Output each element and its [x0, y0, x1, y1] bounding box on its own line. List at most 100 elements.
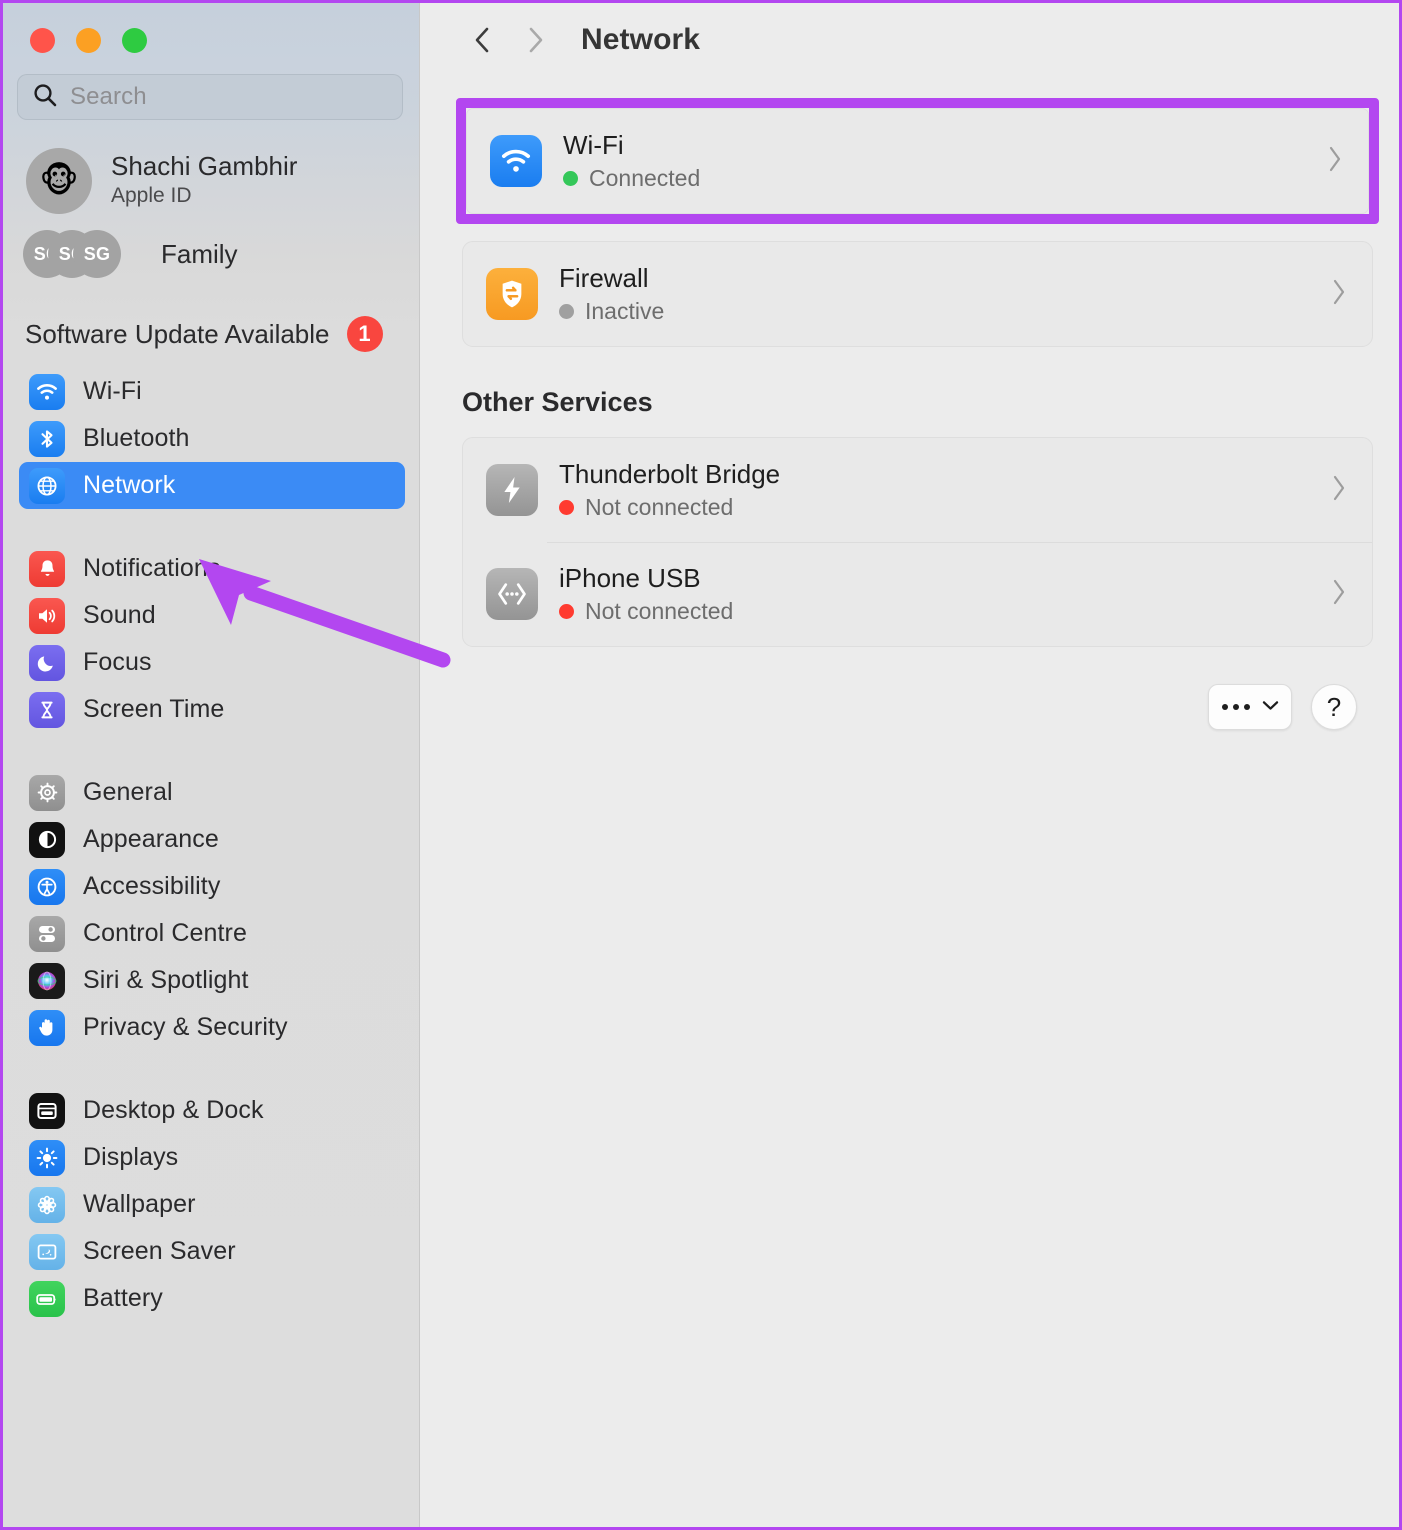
appearance-icon — [29, 821, 65, 858]
service-row-wifi[interactable]: Wi-Fi Connected — [467, 109, 1368, 213]
back-button[interactable] — [457, 14, 509, 66]
status-dot — [559, 500, 574, 516]
sidebar-item-focus[interactable]: Focus — [19, 639, 405, 686]
service-status: Inactive — [559, 298, 1309, 325]
sidebar-item-wifi[interactable]: Wi-Fi — [19, 368, 405, 415]
sidebar-item-label: Siri & Spotlight — [83, 966, 249, 994]
sidebar-item-desktop-dock[interactable]: Desktop & Dock — [19, 1087, 405, 1134]
ellipsis-icon — [1221, 704, 1250, 710]
thunderbolt-icon — [486, 464, 538, 516]
service-name: Thunderbolt Bridge — [559, 458, 781, 489]
sidebar-item-accessibility[interactable]: Accessibility — [19, 863, 405, 910]
sidebar-item-appearance[interactable]: Appearance — [19, 816, 405, 863]
search-icon — [32, 82, 58, 113]
window-controls — [3, 3, 419, 53]
sidebar-item-sound[interactable]: Sound — [19, 592, 405, 639]
family-row[interactable]: SG SG SG Family — [3, 214, 419, 278]
sidebar-item-screen-saver[interactable]: Screen Saver — [19, 1228, 405, 1275]
chevron-right-icon — [529, 27, 543, 53]
disclosure-chevron-icon[interactable] — [1330, 577, 1348, 612]
sidebar-item-network[interactable]: Network — [19, 462, 405, 509]
sidebar-item-battery[interactable]: Battery — [19, 1275, 405, 1322]
status-dot — [559, 304, 574, 320]
disclosure-chevron-icon[interactable] — [1330, 277, 1348, 312]
apple-id-row[interactable]: 🐵 Shachi Gambhir Apple ID — [3, 120, 419, 214]
sidebar-item-label: Appearance — [83, 825, 219, 853]
sidebar-item-label: Wi-Fi — [83, 377, 142, 405]
account-subtitle: Apple ID — [111, 184, 192, 208]
desktop-dock-icon — [29, 1092, 65, 1129]
sidebar-item-label: Privacy & Security — [83, 1013, 288, 1041]
sidebar-item-displays[interactable]: Displays — [19, 1134, 405, 1181]
disclosure-chevron-icon[interactable] — [1330, 473, 1348, 508]
sidebar-item-label: General — [83, 778, 173, 806]
family-label: Family — [161, 238, 238, 269]
sidebar-item-label: Network — [83, 471, 176, 499]
service-name: Wi-Fi — [563, 129, 624, 160]
iphone-usb-icon — [486, 568, 538, 620]
sidebar-item-label: Battery — [83, 1284, 163, 1312]
update-badge: 1 — [346, 316, 383, 352]
brightness-icon — [29, 1139, 65, 1176]
moon-icon — [29, 644, 65, 681]
chevron-left-icon — [475, 27, 489, 53]
service-row-iphone-usb[interactable]: iPhone USB Not connected — [463, 542, 1372, 646]
sidebar-item-control-centre[interactable]: Control Centre — [19, 910, 405, 957]
page-title: Network — [581, 23, 701, 56]
main-panel: Network Wi-Fi Connected Firewall Inactiv… — [420, 3, 1399, 1527]
gear-icon — [29, 774, 65, 811]
system-settings-window: Search 🐵 Shachi Gambhir Apple ID SG SG S… — [0, 0, 1402, 1530]
service-status-label: Not connected — [585, 598, 734, 625]
help-button[interactable]: ? — [1311, 684, 1357, 730]
service-status: Connected — [563, 165, 1305, 192]
close-button[interactable] — [30, 28, 55, 53]
service-status-label: Not connected — [585, 494, 734, 521]
service-row-thunderbolt-bridge[interactable]: Thunderbolt Bridge Not connected — [463, 438, 1372, 542]
sidebar-item-privacy-security[interactable]: Privacy & Security — [19, 1004, 405, 1051]
search-input[interactable]: Search — [17, 74, 403, 120]
forward-button[interactable] — [509, 14, 561, 66]
sidebar-item-notifications[interactable]: Notifications — [19, 545, 405, 592]
account-name: Shachi Gambhir — [111, 151, 298, 182]
service-status-label: Inactive — [585, 298, 665, 325]
footer-actions: ? — [420, 647, 1399, 730]
sidebar-item-wallpaper[interactable]: Wallpaper — [19, 1181, 405, 1228]
sidebar-item-label: Focus — [83, 648, 152, 676]
chevron-down-icon — [1262, 698, 1279, 716]
disclosure-chevron-icon[interactable] — [1326, 144, 1344, 179]
speaker-icon — [29, 597, 65, 634]
service-status: Not connected — [559, 494, 1309, 521]
status-dot — [563, 171, 578, 187]
sidebar-item-bluetooth[interactable]: Bluetooth — [19, 415, 405, 462]
sidebar: Search 🐵 Shachi Gambhir Apple ID SG SG S… — [3, 3, 420, 1527]
wifi-highlight-annotation: Wi-Fi Connected — [456, 98, 1379, 224]
zoom-button[interactable] — [122, 28, 147, 53]
sidebar-item-label: Sound — [83, 601, 156, 629]
sidebar-group-connectivity: Wi-Fi Bluetooth Network — [3, 352, 419, 509]
sidebar-item-screen-time[interactable]: Screen Time — [19, 686, 405, 733]
globe-icon — [29, 467, 65, 504]
accessibility-icon — [29, 868, 65, 905]
avatar: 🐵 — [26, 148, 92, 214]
service-status-label: Connected — [589, 165, 701, 192]
wifi-icon — [29, 373, 65, 410]
sidebar-group-general: General Appearance Accessibility Control… — [3, 733, 419, 1051]
status-dot — [559, 604, 574, 620]
sidebar-group-display: Desktop & Dock Displays Wallpaper Screen… — [3, 1051, 419, 1322]
more-options-button[interactable] — [1208, 684, 1292, 730]
sidebar-item-label: Displays — [83, 1143, 179, 1171]
firewall-icon — [486, 268, 538, 320]
hand-icon — [29, 1009, 65, 1046]
battery-icon — [29, 1280, 65, 1317]
siri-icon — [29, 962, 65, 999]
sidebar-item-siri-spotlight[interactable]: Siri & Spotlight — [19, 957, 405, 1004]
service-row-firewall[interactable]: Firewall Inactive — [463, 242, 1372, 346]
section-title-other-services: Other Services — [462, 387, 653, 417]
minimize-button[interactable] — [76, 28, 101, 53]
family-avatar: SG — [73, 230, 121, 278]
hourglass-icon — [29, 691, 65, 728]
sidebar-item-label: Wallpaper — [83, 1190, 196, 1218]
sidebar-item-label: Control Centre — [83, 919, 247, 947]
sidebar-item-general[interactable]: General — [19, 769, 405, 816]
software-update-row[interactable]: Software Update Available 1 — [3, 278, 419, 352]
